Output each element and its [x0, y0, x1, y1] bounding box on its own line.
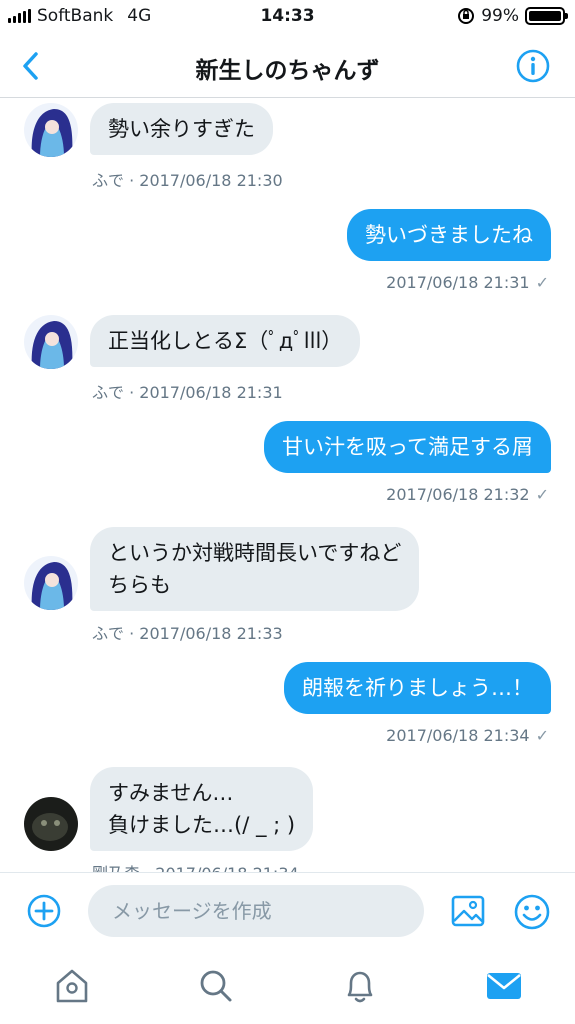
message-meta: 2017/06/18 21:32 ✓	[386, 485, 549, 504]
conversation-title: 新生しのちゃんず	[195, 58, 380, 84]
message-meta: ふで · 2017/06/18 21:30	[92, 171, 283, 190]
message-text-line: ちらも	[108, 573, 171, 597]
battery-percent: 99%	[481, 6, 519, 26]
user-avatar-icon	[24, 103, 78, 157]
sent-check-icon: ✓	[535, 273, 549, 292]
message-text-line: というか対戦時間長いですねど	[108, 541, 402, 565]
user-avatar-icon	[24, 797, 78, 851]
search-icon[interactable]	[196, 966, 236, 1006]
image-icon[interactable]	[450, 893, 486, 929]
message-text: 正当化しとるΣ（ﾟдﾟlll）	[108, 329, 343, 353]
avatar[interactable]	[24, 556, 78, 610]
message-composer	[0, 872, 575, 950]
add-icon[interactable]	[26, 893, 62, 929]
message-meta: 剛乃森 · 2017/06/18 21:34	[92, 860, 299, 872]
orientation-lock-icon	[458, 8, 475, 24]
message-meta: 2017/06/18 21:31 ✓	[386, 273, 549, 292]
message-text-line: 負けました…(/ _ ; )	[108, 813, 296, 837]
user-avatar-icon	[24, 315, 78, 369]
home-icon[interactable]	[52, 966, 92, 1006]
avatar[interactable]	[24, 315, 78, 369]
notifications-icon[interactable]	[340, 966, 380, 1006]
message-meta: ふで · 2017/06/18 21:31	[92, 383, 283, 402]
message-text: 勢い余りすぎた	[108, 117, 255, 141]
message-timestamp: 2017/06/18 21:31	[386, 273, 530, 292]
message-bubble-outgoing[interactable]: 勢いづきましたね	[347, 209, 551, 261]
message-meta: 2017/06/18 21:34 ✓	[386, 726, 549, 745]
avatar[interactable]	[24, 797, 78, 851]
conversation-header: 新生しのちゃんず	[0, 34, 575, 98]
message-text: 朗報を祈りましょう…！	[302, 676, 533, 700]
status-bar: SoftBank 4G 14:33 99%	[0, 0, 575, 34]
avatar[interactable]	[24, 103, 78, 157]
messages-icon[interactable]	[484, 966, 524, 1006]
message-thread[interactable]: 勢い余りすぎた ふで · 2017/06/18 21:30 勢いづきましたね 2…	[0, 99, 575, 872]
message-timestamp: 2017/06/18 21:32	[386, 485, 530, 504]
message-bubble-incoming[interactable]: 正当化しとるΣ（ﾟдﾟlll）	[90, 315, 361, 367]
info-icon[interactable]	[515, 48, 551, 84]
sent-check-icon: ✓	[535, 726, 549, 745]
message-meta: ふで · 2017/06/18 21:33	[92, 624, 283, 643]
message-bubble-incoming[interactable]: 勢い余りすぎた	[90, 103, 273, 155]
message-bubble-outgoing[interactable]: 甘い汁を吸って満足する屑	[264, 421, 551, 473]
battery-icon	[525, 7, 568, 25]
message-bubble-incoming[interactable]: というか対戦時間長いですねど ちらも	[90, 527, 420, 611]
battery-level	[529, 11, 561, 21]
message-bubble-incoming[interactable]: すみません… 負けました…(/ _ ; )	[90, 767, 314, 851]
message-bubble-outgoing[interactable]: 朗報を祈りましょう…！	[284, 662, 551, 714]
message-text: 勢いづきましたね	[365, 223, 533, 247]
emoji-icon[interactable]	[513, 893, 551, 931]
message-input[interactable]	[88, 885, 424, 937]
tab-bar	[0, 950, 575, 1024]
message-text: 甘い汁を吸って満足する屑	[282, 435, 533, 459]
message-text-line: すみません…	[108, 781, 234, 805]
sent-check-icon: ✓	[535, 485, 549, 504]
user-avatar-icon	[24, 556, 78, 610]
message-timestamp: 2017/06/18 21:34	[386, 726, 530, 745]
